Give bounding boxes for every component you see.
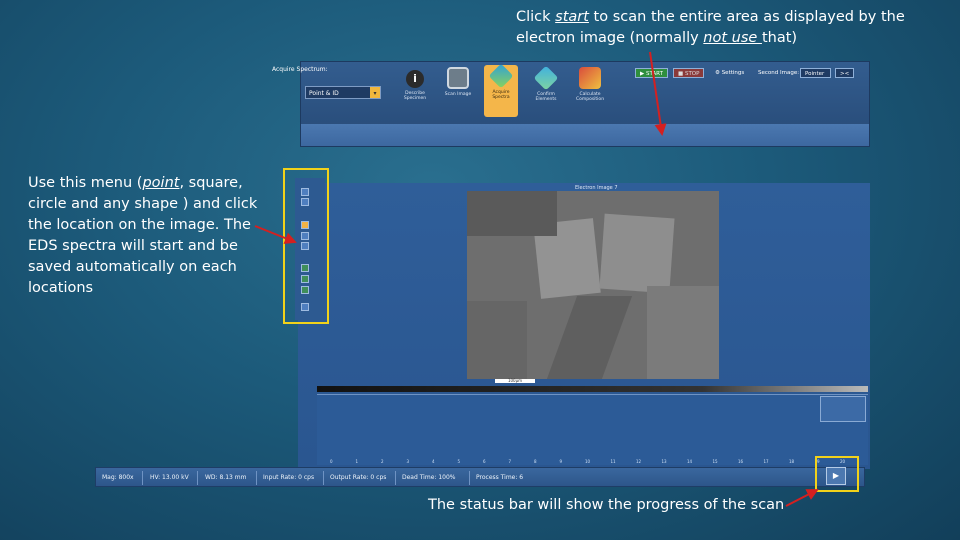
arrow-to-status xyxy=(785,489,819,507)
annotation-arrows xyxy=(254,51,819,507)
arrow-to-palette xyxy=(254,225,297,244)
arrow-to-start xyxy=(649,51,667,136)
